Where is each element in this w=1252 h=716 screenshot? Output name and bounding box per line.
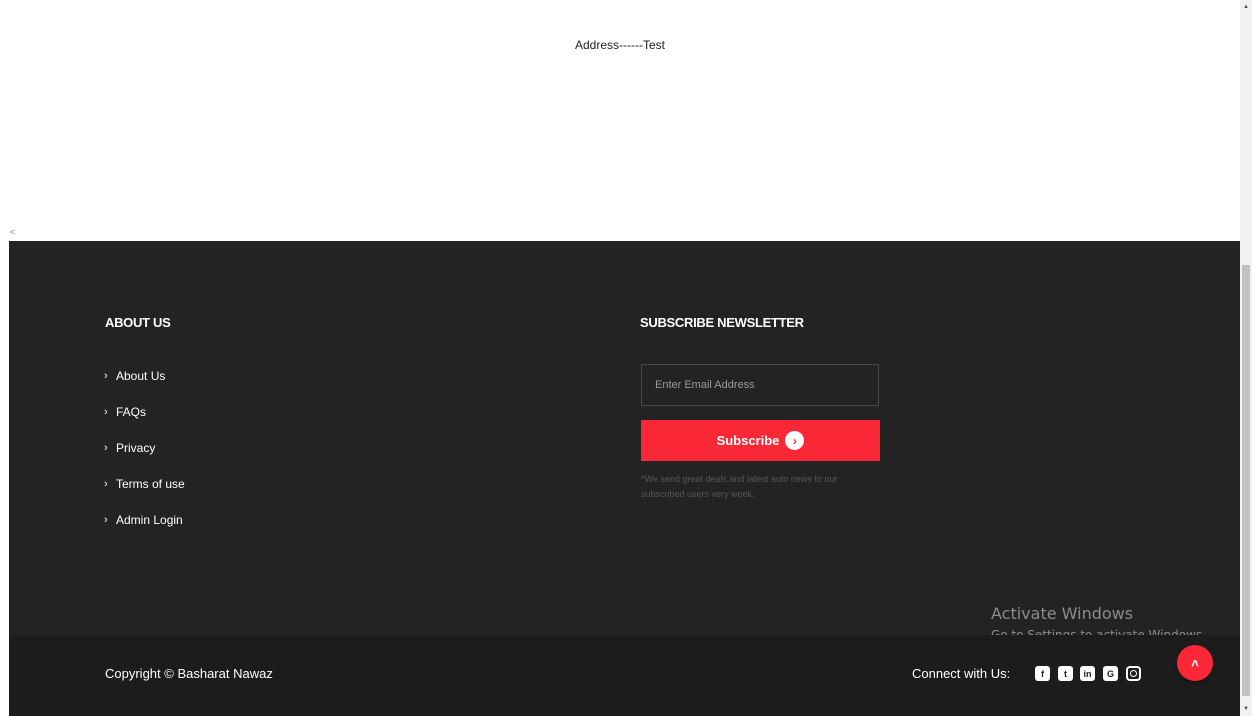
newsletter-email-input[interactable]	[641, 364, 879, 406]
footer-link-label: Admin Login	[116, 513, 183, 527]
linkedin-icon[interactable]: in	[1080, 666, 1095, 681]
chevron-right-icon: ›	[104, 442, 108, 454]
scroll-down-arrow-icon[interactable]: ▼	[1240, 702, 1252, 716]
footer-link-privacy[interactable]: › Privacy	[104, 439, 185, 475]
footer-link-about-us[interactable]: › About Us	[104, 367, 185, 403]
footer-link-label: Terms of use	[116, 477, 185, 491]
subscribe-button-label: Subscribe	[716, 433, 780, 448]
chevron-right-circle-icon: ›	[785, 431, 805, 450]
about-links-list: › About Us › FAQs › Privacy › Terms of use ›…	[104, 367, 185, 547]
newsletter-note: *We send great deals and latest auto new…	[641, 474, 838, 499]
chevron-up-icon: ˄	[1191, 655, 1199, 671]
connect-label: Connect with Us:	[912, 666, 1011, 681]
facebook-icon[interactable]: f	[1035, 666, 1050, 681]
subscribe-button[interactable]: Subscribe ›	[641, 420, 880, 461]
watermark-title: Activate Windows	[991, 604, 1134, 623]
instagram-icon[interactable]	[1126, 666, 1141, 681]
address-text: Address------Test	[574, 38, 665, 52]
footer-main	[9, 241, 1240, 635]
copyright-text: Copyright © Basharat Nawaz	[105, 666, 273, 681]
footer-link-faqs[interactable]: › FAQs	[104, 403, 185, 439]
chevron-right-icon: ›	[104, 406, 108, 418]
chevron-right-icon: ›	[104, 370, 108, 382]
footer-link-label: About Us	[116, 369, 166, 383]
google-plus-icon[interactable]: G	[1103, 666, 1118, 681]
twitter-icon[interactable]: t	[1058, 666, 1073, 681]
about-us-heading: ABOUT US	[105, 315, 171, 330]
subscribe-newsletter-heading: SUBSCRIBE NEWSLETTER	[640, 315, 804, 330]
scrollbar-thumb[interactable]	[1242, 265, 1250, 696]
page-viewport: Address------Test < ABOUT US › About Us ›…	[0, 0, 1240, 716]
scroll-up-arrow-icon[interactable]: ▲	[1240, 0, 1252, 14]
page-content: Address------Test <	[0, 0, 1240, 241]
left-arrow-mark: <	[10, 227, 16, 237]
footer-link-terms-of-use[interactable]: › Terms of use	[104, 475, 185, 511]
vertical-scrollbar[interactable]: ▲ ▼	[1240, 0, 1252, 716]
chevron-right-icon: ›	[104, 514, 108, 526]
footer-link-admin-login[interactable]: › Admin Login	[104, 511, 185, 547]
back-to-top-button[interactable]: ˄	[1177, 645, 1213, 681]
footer-link-label: Privacy	[116, 441, 156, 455]
chevron-right-icon: ›	[104, 478, 108, 490]
footer-link-label: FAQs	[116, 405, 147, 419]
